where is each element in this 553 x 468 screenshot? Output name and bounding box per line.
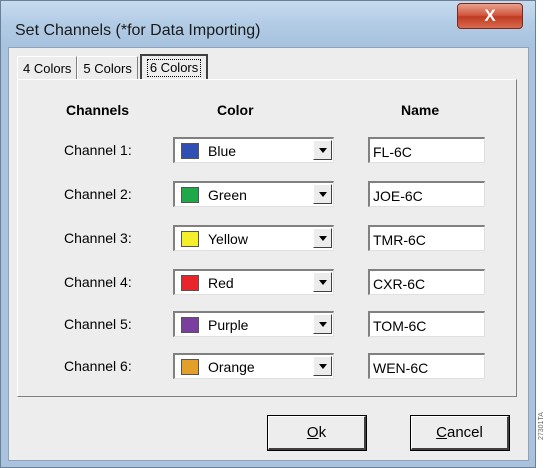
- channel-5-name-field[interactable]: [368, 311, 485, 337]
- chevron-down-icon: [318, 191, 327, 197]
- set-channels-dialog: Set Channels (*for Data Importing) X 4 C…: [0, 0, 536, 468]
- figure-code-watermark: 27301TA: [538, 412, 545, 440]
- color-swatch-red: [181, 275, 199, 291]
- chevron-down-icon: [318, 321, 327, 327]
- selected-color: Yellow: [208, 231, 248, 247]
- channel-3-label: Channel 3:: [64, 230, 132, 246]
- color-swatch-blue: [181, 143, 199, 159]
- tab-6-colors[interactable]: 6 Colors: [139, 54, 209, 80]
- ok-button[interactable]: Ok: [267, 415, 367, 451]
- cancel-label-rest: ancel: [446, 424, 483, 441]
- channel-6-label: Channel 6:: [64, 358, 132, 374]
- channel-5-label: Channel 5:: [64, 316, 132, 332]
- tab-5-colors[interactable]: 5 Colors: [77, 56, 138, 80]
- dropdown-button[interactable]: [313, 314, 332, 334]
- color-swatch-orange: [181, 359, 199, 375]
- chevron-down-icon: [318, 235, 327, 241]
- tab-label: 5 Colors: [83, 61, 132, 76]
- selected-color: Green: [208, 187, 247, 203]
- ok-label-rest: k: [318, 424, 327, 441]
- chevron-down-icon: [318, 279, 327, 285]
- dropdown-button[interactable]: [313, 272, 332, 292]
- close-button[interactable]: X: [457, 3, 523, 29]
- cancel-button[interactable]: Cancel: [410, 415, 510, 451]
- channel-2-name-field[interactable]: [368, 181, 485, 207]
- cancel-mnemonic: C: [436, 424, 447, 441]
- channel-4-name-field[interactable]: [368, 269, 485, 295]
- channel-4-color-select[interactable]: Red: [173, 269, 334, 295]
- channel-5-color-select[interactable]: Purple: [173, 311, 334, 337]
- channel-2-label: Channel 2:: [64, 186, 132, 202]
- chevron-down-icon: [318, 363, 327, 369]
- selected-color: Red: [208, 275, 234, 291]
- tab-label: 4 Colors: [23, 61, 72, 76]
- channel-6-name-field[interactable]: [368, 353, 485, 379]
- channel-1-name-field[interactable]: [368, 137, 485, 163]
- tab-label: 6 Colors: [146, 59, 202, 77]
- chevron-down-icon: [318, 147, 327, 153]
- color-swatch-purple: [181, 317, 199, 333]
- dropdown-button[interactable]: [313, 228, 332, 248]
- color-swatch-yellow: [181, 231, 199, 247]
- channel-4-label: Channel 4:: [64, 274, 132, 290]
- channels-panel: Channels Color Name Channel 1: Blue Chan…: [17, 79, 517, 397]
- selected-color: Orange: [208, 359, 255, 375]
- color-count-tabs: 4 Colors 5 Colors 6 Colors: [17, 54, 209, 80]
- close-icon: X: [484, 6, 496, 25]
- selected-color: Purple: [208, 317, 249, 333]
- window-title: Set Channels (*for Data Importing): [15, 22, 261, 39]
- dropdown-button[interactable]: [313, 184, 332, 204]
- channel-1-label: Channel 1:: [64, 142, 132, 158]
- dropdown-button[interactable]: [313, 140, 332, 160]
- color-swatch-green: [181, 187, 199, 203]
- name-header: Name: [401, 102, 440, 118]
- channel-1-color-select[interactable]: Blue: [173, 137, 334, 163]
- channel-3-name-field[interactable]: [368, 225, 485, 251]
- dialog-body: 4 Colors 5 Colors 6 Colors Channels Colo…: [8, 47, 529, 461]
- channel-6-color-select[interactable]: Orange: [173, 353, 334, 379]
- channel-3-color-select[interactable]: Yellow: [173, 225, 334, 251]
- title-bar[interactable]: Set Channels (*for Data Importing) X: [1, 1, 535, 47]
- channel-2-color-select[interactable]: Green: [173, 181, 334, 207]
- ok-mnemonic: O: [306, 424, 319, 441]
- tab-4-colors[interactable]: 4 Colors: [17, 56, 78, 80]
- color-header: Color: [217, 102, 254, 118]
- channels-header: Channels: [66, 102, 130, 118]
- selected-color: Blue: [208, 143, 237, 159]
- dropdown-button[interactable]: [313, 356, 332, 376]
